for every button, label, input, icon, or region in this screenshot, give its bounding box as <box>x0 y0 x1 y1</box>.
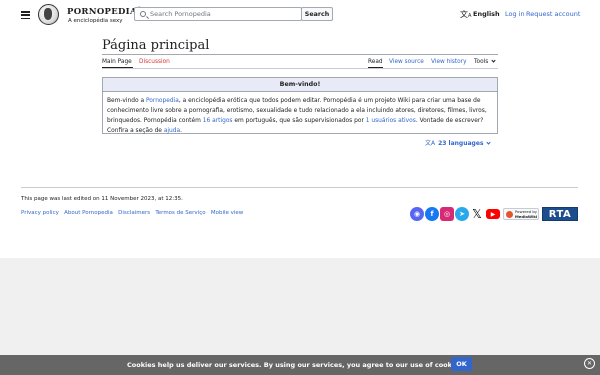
chevron-down-icon <box>491 57 496 63</box>
tab-main-page[interactable]: Main Page <box>102 59 132 65</box>
logo-tagline: A enciclopédia sexy <box>68 18 123 24</box>
logo-title: Pornopedia® <box>67 6 142 17</box>
page: Pornopedia® A enciclopédia sexy Search 文… <box>0 0 600 258</box>
language-icon: 文A <box>425 140 436 147</box>
active-users-link[interactable]: 1 usuários ativos <box>366 118 416 124</box>
discord-icon[interactable]: ◉ <box>410 207 424 221</box>
welcome-text-part: Bem-vindo a <box>107 98 146 104</box>
search-box <box>134 7 302 21</box>
mobile-view-link[interactable]: Mobile view <box>211 210 243 216</box>
tab-discussion[interactable]: Discussion <box>139 59 170 65</box>
articles-count-link[interactable]: 16 artigos <box>203 118 233 124</box>
close-icon[interactable]: ✕ <box>584 358 595 369</box>
tab-view-history[interactable]: View history <box>431 59 467 65</box>
languages-label: 23 languages <box>438 140 484 147</box>
telegram-icon[interactable]: ➤ <box>455 207 469 221</box>
login-link[interactable]: Log in <box>505 10 525 18</box>
pornopedia-link[interactable]: Pornopedia <box>146 98 179 104</box>
tab-view-source[interactable]: View source <box>389 59 424 65</box>
hamburger-menu-icon[interactable] <box>21 11 30 20</box>
search-icon <box>140 11 146 17</box>
welcome-box: Bem-vindo! Bem-vindo a Pornopedia, a enc… <box>102 77 498 134</box>
powered-by-mediawiki-badge[interactable]: Powered by MediaWiki <box>503 208 539 220</box>
search-button[interactable]: Search <box>301 7 333 21</box>
languages-button[interactable]: 文A 23 languages <box>425 138 492 147</box>
about-link[interactable]: About Pornopedia <box>64 210 113 216</box>
footer-divider <box>21 187 578 188</box>
welcome-text-part: em português, que são supervisionados po… <box>232 118 366 124</box>
last-edited-info: This page was last edited on 11 November… <box>21 196 183 202</box>
cookie-ok-button[interactable]: OK <box>451 357 472 371</box>
cookie-banner: Cookies help us deliver our services. By… <box>0 355 600 375</box>
cookie-message: Cookies help us deliver our services. By… <box>127 361 465 369</box>
disclaimers-link[interactable]: Disclaimers <box>118 210 150 216</box>
language-icon[interactable]: 文A <box>460 9 471 20</box>
welcome-text: Bem-vindo a Pornopedia, a enciclopédia e… <box>103 92 497 136</box>
youtube-icon[interactable]: ▶ <box>486 209 500 219</box>
page-title: Página principal <box>102 38 210 53</box>
tab-tools[interactable]: Tools <box>474 57 496 65</box>
welcome-text-part: . <box>180 128 183 134</box>
facebook-icon[interactable]: f <box>425 207 439 221</box>
footer-links: Privacy policy About Pornopedia Disclaim… <box>21 210 243 216</box>
privacy-policy-link[interactable]: Privacy policy <box>21 210 59 216</box>
tab-read[interactable]: Read <box>368 59 383 65</box>
help-link[interactable]: ajuda <box>164 128 180 134</box>
title-divider <box>102 54 498 55</box>
welcome-heading: Bem-vindo! <box>103 78 497 92</box>
language-selector[interactable]: English <box>473 10 500 18</box>
x-icon[interactable]: 𝕏 <box>470 207 484 221</box>
tab-tools-label: Tools <box>474 59 489 65</box>
request-account-link[interactable]: Request account <box>526 10 580 18</box>
search-input[interactable] <box>150 8 300 20</box>
tabs-divider <box>102 68 498 69</box>
instagram-icon[interactable]: ◎ <box>440 207 454 221</box>
badge-line: MediaWiki <box>515 213 538 219</box>
globe-logo-icon <box>38 4 59 25</box>
terms-link[interactable]: Termos de Serviço <box>155 210 205 216</box>
chevron-down-icon <box>486 139 492 145</box>
rta-badge[interactable]: RTA <box>542 207 578 221</box>
